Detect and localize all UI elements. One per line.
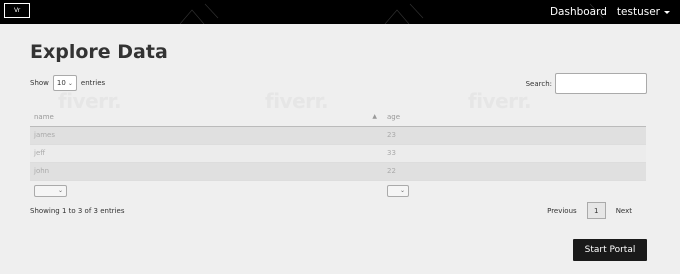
- show-label: Show: [30, 79, 49, 87]
- user-menu[interactable]: testuser: [617, 6, 670, 18]
- table-row: john 22: [30, 162, 646, 181]
- cell-age: 23: [383, 125, 646, 145]
- top-navbar: Vr Dashboard testuser: [0, 0, 680, 24]
- column-header-name[interactable]: name ▲: [30, 108, 383, 127]
- search-control: Search:: [526, 73, 647, 94]
- cell-age: 22: [383, 162, 646, 181]
- user-menu-label: testuser: [616, 6, 660, 18]
- age-filter-select[interactable]: ⌄: [387, 185, 409, 197]
- data-table: name ▲ age james 23 jeff 33 john 22: [30, 108, 646, 181]
- table-row: jeff 33: [30, 144, 646, 163]
- entries-length-value: 10: [56, 79, 66, 87]
- pagination: Previous 1 Next: [539, 202, 640, 219]
- cell-name: jeff: [30, 144, 383, 163]
- caret-down-icon: [664, 10, 670, 14]
- search-input[interactable]: [555, 73, 647, 94]
- table-info: Showing 1 to 3 of 3 entries: [30, 207, 125, 215]
- sort-icon: ▲: [372, 113, 377, 120]
- start-portal-button[interactable]: Start Portal: [573, 239, 647, 261]
- page-title: Explore Data: [30, 41, 168, 63]
- nav-dashboard-link[interactable]: Dashboard: [550, 6, 607, 18]
- chevron-down-icon: ⌄: [57, 187, 63, 194]
- cell-name: james: [30, 125, 383, 145]
- entries-label: entries: [80, 79, 106, 87]
- page-1-button[interactable]: 1: [586, 202, 606, 219]
- previous-page-button[interactable]: Previous: [539, 207, 585, 215]
- name-filter-select[interactable]: ⌄: [34, 185, 67, 197]
- chevron-down-icon: ⌄: [67, 80, 73, 87]
- chevron-down-icon: ⌄: [399, 187, 405, 194]
- cell-name: john: [30, 162, 383, 181]
- cell-age: 33: [383, 144, 646, 163]
- next-page-button[interactable]: Next: [608, 207, 640, 215]
- column-header-age[interactable]: age: [383, 108, 646, 127]
- table-row: james 23: [30, 125, 646, 145]
- search-label: Search:: [525, 79, 552, 88]
